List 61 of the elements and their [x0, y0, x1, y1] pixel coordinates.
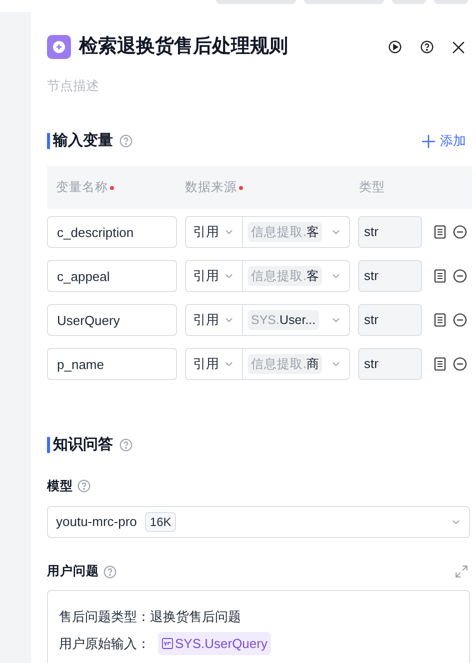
source-tag: 信息提取.客	[248, 266, 322, 286]
document-icon[interactable]	[434, 225, 446, 239]
variable-name-field[interactable]: c_appeal	[47, 260, 177, 292]
column-header: 变量名称	[56, 179, 108, 196]
chevron-down-icon	[331, 359, 341, 369]
chevron-down-icon	[224, 271, 234, 281]
variable-name-field[interactable]: UserQuery	[47, 304, 177, 336]
remove-icon[interactable]	[453, 225, 467, 239]
chevron-down-icon	[331, 227, 341, 237]
prompt-label: 售后问题类型：	[59, 608, 150, 626]
field-label: 用户问题	[47, 563, 99, 580]
source-select[interactable]: 引用 信息提取.客	[185, 260, 350, 292]
section-accent-bar	[47, 437, 50, 453]
var-icon	[162, 638, 173, 649]
source-mode[interactable]: 引用	[193, 354, 219, 374]
section-title: 输入变量	[53, 130, 113, 151]
source-mode[interactable]: 引用	[193, 222, 219, 242]
chevron-down-icon	[224, 227, 234, 237]
type-field: str	[358, 304, 422, 336]
source-select[interactable]: 引用 信息提取.商	[185, 348, 350, 380]
play-icon[interactable]	[388, 40, 402, 54]
source-tag: 信息提取.客	[248, 222, 322, 242]
add-button[interactable]: 添加	[422, 131, 466, 151]
type-field: str	[358, 260, 422, 292]
chevron-down-icon	[331, 315, 341, 325]
source-select[interactable]: 引用 信息提取.客	[185, 216, 350, 248]
type-field: str	[358, 216, 422, 248]
close-icon[interactable]	[452, 40, 465, 54]
source-mode[interactable]: 引用	[193, 266, 219, 286]
document-icon[interactable]	[434, 313, 446, 327]
panel-title: 检索退换货售后处理规则	[79, 34, 289, 59]
column-header: 数据来源	[185, 179, 237, 196]
variable-name-field[interactable]: p_name	[47, 348, 177, 380]
column-header: 类型	[359, 179, 385, 196]
section-title: 知识问答	[53, 434, 113, 455]
chevron-down-icon	[224, 315, 234, 325]
remove-icon[interactable]	[453, 357, 467, 371]
model-select[interactable]: youtu-mrc-pro 16K	[47, 506, 470, 538]
source-select[interactable]: 引用 SYS.User...	[185, 304, 350, 336]
help-icon[interactable]	[420, 40, 434, 54]
source-tag: SYS.User...	[248, 310, 319, 330]
question-editor[interactable]: 售后问题类型：退换货售后问题 用户原始输入： SYS.UserQuery	[47, 590, 470, 663]
chevron-down-icon	[331, 271, 341, 281]
remove-icon[interactable]	[453, 313, 467, 327]
prompt-text: 退换货售后问题	[150, 608, 241, 626]
description-field[interactable]: 节点描述	[47, 73, 472, 97]
model-name: youtu-mrc-pro	[56, 513, 137, 531]
source-tag: 信息提取.商	[248, 354, 322, 374]
prompt-label: 用户原始输入：	[59, 634, 150, 652]
remove-icon[interactable]	[453, 269, 467, 283]
chevron-down-icon	[224, 359, 234, 369]
context-badge: 16K	[144, 512, 176, 532]
field-label: 模型	[47, 478, 73, 495]
type-field: str	[358, 348, 422, 380]
variable-chip[interactable]: SYS.UserQuery	[158, 632, 272, 655]
source-mode[interactable]: 引用	[193, 310, 219, 330]
document-icon[interactable]	[434, 269, 446, 283]
plus-icon	[422, 134, 435, 148]
document-icon[interactable]	[434, 357, 446, 371]
section-accent-bar	[47, 133, 50, 149]
variable-name-field[interactable]: c_description	[47, 216, 177, 248]
